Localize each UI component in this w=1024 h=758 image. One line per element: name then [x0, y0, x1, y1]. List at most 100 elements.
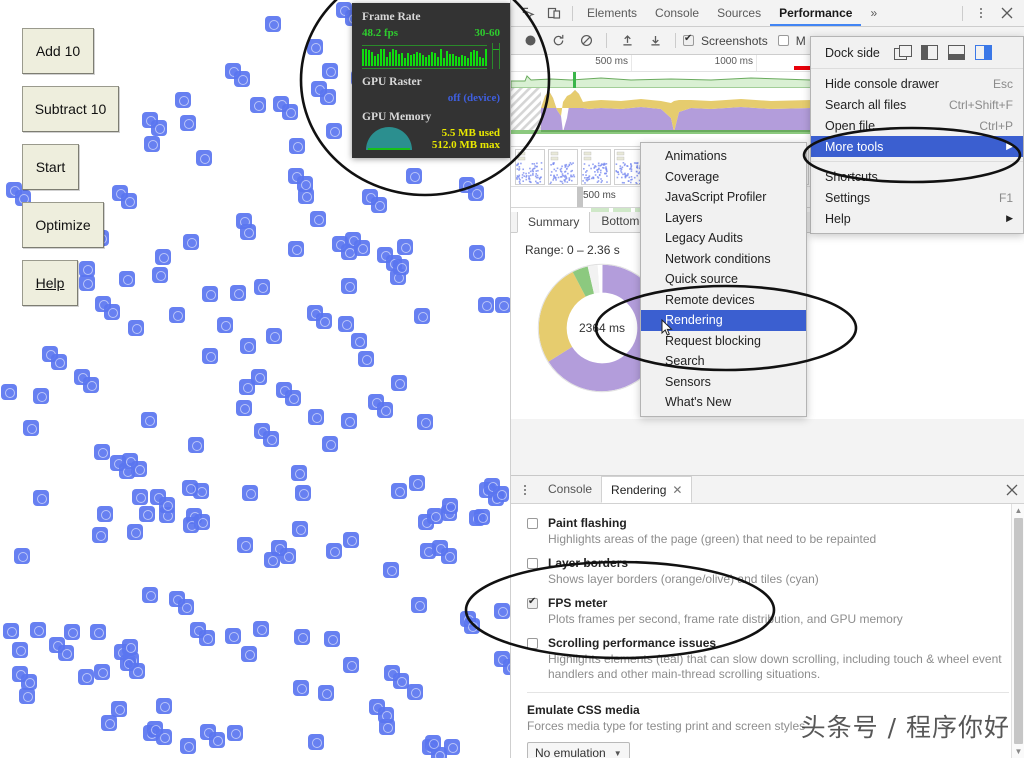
scroll-up-arrow[interactable]: ▲ — [1015, 504, 1023, 517]
animated-square — [322, 63, 338, 79]
menu-item-shortcuts[interactable]: Shortcuts — [811, 166, 1023, 187]
page-button-optimize[interactable]: Optimize — [22, 202, 104, 248]
dock-bottom-icon[interactable] — [948, 45, 965, 60]
menu-separator — [811, 161, 1023, 162]
submenu-item-layers[interactable]: Layers — [641, 208, 806, 229]
pane-tab-summary[interactable]: Summary — [517, 209, 590, 233]
page-button-help[interactable]: Help — [22, 260, 78, 306]
animated-square — [468, 185, 484, 201]
fps-bar — [431, 52, 433, 66]
animated-square — [209, 732, 225, 748]
rendering-option-fps-meter[interactable]: FPS meterPlots frames per second, frame … — [527, 596, 1009, 627]
scrollbar-thumb[interactable] — [1014, 518, 1023, 744]
drawer-scrollbar[interactable]: ▲ ▼ — [1011, 504, 1024, 758]
fps-bar — [419, 53, 421, 66]
animated-square — [464, 618, 480, 634]
drawer-tab-console[interactable]: Console — [539, 476, 601, 503]
filmstrip-frame[interactable] — [581, 149, 611, 185]
upload-profile-icon[interactable] — [614, 29, 640, 53]
menu-item-hide-console-drawer[interactable]: Hide console drawerEsc — [811, 73, 1023, 94]
menu-item-help[interactable]: Help▶ — [811, 208, 1023, 229]
drawer-tab-label: Console — [548, 482, 592, 496]
animated-square — [202, 286, 218, 302]
drawer-menu-icon[interactable] — [517, 485, 533, 495]
animated-square — [217, 317, 233, 333]
memory-checkbox[interactable] — [778, 35, 789, 46]
record-icon[interactable] — [517, 29, 543, 53]
undock-icon[interactable] — [894, 45, 911, 60]
close-devtools-icon[interactable] — [994, 1, 1020, 25]
tab-sources[interactable]: Sources — [708, 0, 770, 26]
animated-square — [441, 548, 457, 564]
dock-left-icon[interactable] — [921, 45, 938, 60]
filmstrip-frame[interactable] — [515, 149, 545, 185]
reload-icon[interactable] — [545, 29, 571, 53]
download-profile-icon[interactable] — [642, 29, 668, 53]
animated-square — [144, 136, 160, 152]
checkbox[interactable] — [527, 558, 538, 569]
screenshots-checkbox[interactable] — [683, 35, 694, 46]
kebab-menu-icon[interactable] — [968, 1, 994, 25]
tick-line — [631, 55, 632, 71]
animated-square — [19, 688, 35, 704]
checkbox[interactable] — [527, 598, 538, 609]
animated-square — [377, 402, 393, 418]
animated-square — [139, 506, 155, 522]
dock-right-icon[interactable] — [975, 45, 992, 60]
close-tab-icon[interactable]: ✕ — [672, 483, 682, 497]
fps-bar — [386, 57, 388, 66]
menu-item-shortcut: Esc — [993, 77, 1013, 91]
submenu-item-javascript-profiler[interactable]: JavaScript Profiler — [641, 187, 806, 208]
more-tabs-icon[interactable]: » — [861, 0, 886, 26]
device-toolbar-icon[interactable] — [541, 1, 567, 25]
fps-bar — [470, 52, 472, 66]
menu-item-label: Shortcuts — [825, 170, 878, 184]
fps-bar — [395, 50, 397, 66]
menu-item-search-all-files[interactable]: Search all filesCtrl+Shift+F — [811, 94, 1023, 115]
submenu-item-legacy-audits[interactable]: Legacy Audits — [641, 228, 806, 249]
submenu-item-coverage[interactable]: Coverage — [641, 167, 806, 188]
fps-bar — [461, 55, 463, 66]
submenu-item-animations[interactable]: Animations — [641, 146, 806, 167]
submenu-item-network-conditions[interactable]: Network conditions — [641, 249, 806, 270]
emulate-media-select[interactable]: No emulation▼ — [527, 742, 630, 758]
menu-item-open-file[interactable]: Open fileCtrl+P — [811, 115, 1023, 136]
submenu-item-rendering[interactable]: Rendering — [641, 310, 806, 331]
fps-bar — [401, 53, 403, 66]
page-button-subtract-10[interactable]: Subtract 10 — [22, 86, 119, 132]
submenu-item-request-blocking[interactable]: Request blocking — [641, 331, 806, 352]
drawer-tab-rendering[interactable]: Rendering✕ — [601, 476, 692, 503]
rendering-option-layer-borders[interactable]: Layer bordersShows layer borders (orange… — [527, 556, 1009, 587]
close-drawer-icon[interactable] — [999, 478, 1024, 502]
filmstrip-frame[interactable] — [548, 149, 578, 185]
rendering-option-paint-flashing[interactable]: Paint flashingHighlights areas of the pa… — [527, 516, 1009, 547]
screenshots-label: Screenshots — [701, 34, 768, 48]
animated-square — [151, 120, 167, 136]
submenu-item-quick-source[interactable]: Quick source — [641, 269, 806, 290]
separator — [527, 692, 1009, 693]
animated-square — [23, 420, 39, 436]
animated-square — [494, 603, 510, 619]
submenu-item-search[interactable]: Search — [641, 351, 806, 372]
page-button-start[interactable]: Start — [22, 144, 79, 190]
inspect-element-icon[interactable] — [515, 1, 541, 25]
fps-bar — [398, 54, 400, 66]
submenu-item-remote-devices[interactable]: Remote devices — [641, 290, 806, 311]
submenu-item-what-s-new[interactable]: What's New — [641, 392, 806, 413]
clear-icon[interactable] — [573, 29, 599, 53]
animated-square — [324, 631, 340, 647]
rendering-option-scrolling-performance-issues[interactable]: Scrolling performance issuesHighlights e… — [527, 636, 1009, 682]
scroll-down-arrow[interactable]: ▼ — [1015, 745, 1023, 758]
menu-item-more-tools[interactable]: More tools▶ — [811, 136, 1023, 157]
fps-bar — [458, 57, 460, 66]
checkbox[interactable] — [527, 518, 538, 529]
animated-square — [310, 211, 326, 227]
menu-item-settings[interactable]: SettingsF1 — [811, 187, 1023, 208]
ruler-tick: 500 ms — [595, 56, 631, 67]
tab-console[interactable]: Console — [646, 0, 708, 26]
submenu-item-sensors[interactable]: Sensors — [641, 372, 806, 393]
tab-elements[interactable]: Elements — [578, 0, 646, 26]
page-button-add-10[interactable]: Add 10 — [22, 28, 94, 74]
checkbox[interactable] — [527, 638, 538, 649]
tab-performance[interactable]: Performance — [770, 0, 861, 26]
